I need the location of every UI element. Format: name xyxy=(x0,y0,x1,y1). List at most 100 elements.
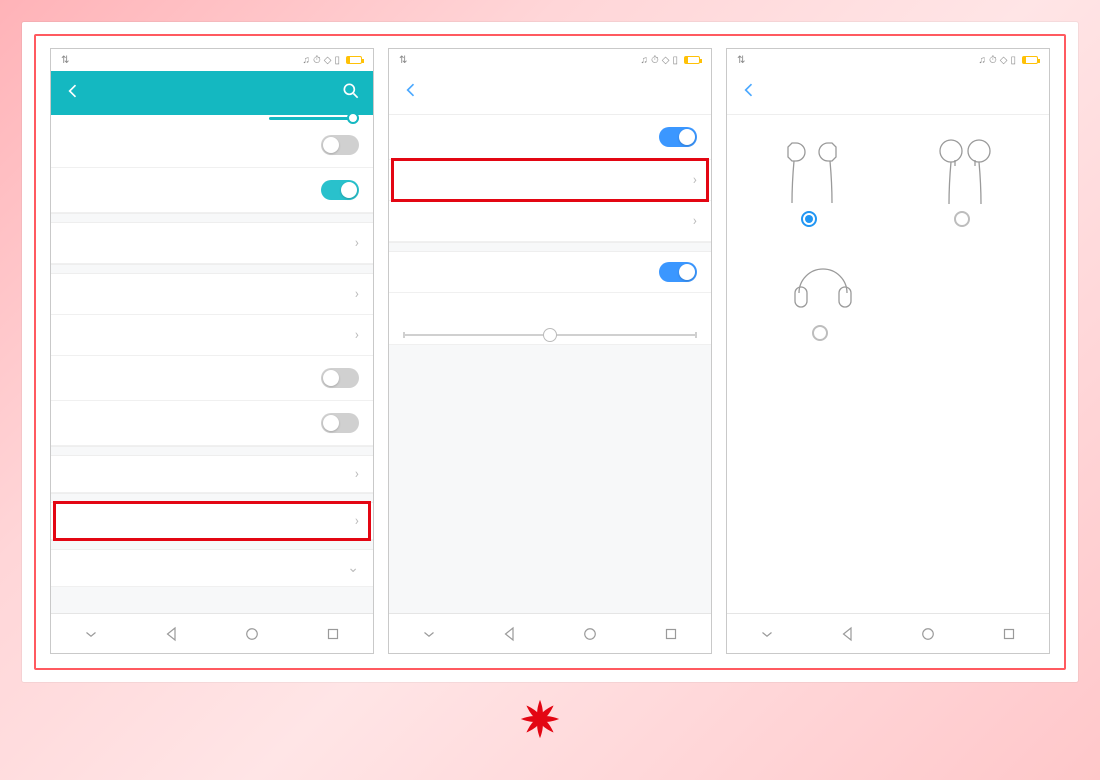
nav-back-icon[interactable] xyxy=(163,625,181,643)
nav-recent-icon[interactable] xyxy=(1000,625,1018,643)
nav-hide-icon[interactable] xyxy=(82,625,100,643)
back-icon[interactable] xyxy=(739,80,759,105)
header-sound xyxy=(51,71,373,115)
battery-icon xyxy=(684,56,700,64)
settings-list: › › › xyxy=(51,115,373,587)
row-vibrate-silent[interactable] xyxy=(51,168,373,213)
over-ear-icon xyxy=(783,247,863,319)
cell-icon: ▯ xyxy=(334,55,340,66)
section-gap xyxy=(51,446,373,456)
nav-recent-icon[interactable] xyxy=(662,625,680,643)
section-gap xyxy=(51,264,373,274)
callout-highlight xyxy=(53,501,371,541)
headphone-icon: ♫ xyxy=(978,55,986,66)
histen-list: › › xyxy=(389,115,711,345)
chevron-right-icon: › xyxy=(355,235,359,251)
back-icon[interactable] xyxy=(401,80,421,105)
header-hp-type xyxy=(727,71,1049,115)
battery-icon xyxy=(346,56,362,64)
row-headphone-type[interactable]: › xyxy=(389,160,711,201)
option-over-ear[interactable] xyxy=(753,247,893,341)
radio-selected[interactable] xyxy=(801,211,817,227)
cell-icon: ▯ xyxy=(672,55,678,66)
chevron-right-icon: › xyxy=(693,172,697,188)
nav-back-icon[interactable] xyxy=(501,625,519,643)
nav-bar xyxy=(727,613,1049,653)
chevron-right-icon: › xyxy=(355,513,359,529)
wifi-icon: ◇ xyxy=(662,55,670,66)
nav-bar xyxy=(389,613,711,653)
in-ear-icon xyxy=(772,133,852,205)
nav-home-icon[interactable] xyxy=(581,625,599,643)
toggle-3d-audio[interactable] xyxy=(659,262,697,282)
status-bar: ⇅ ♫ ⏱ ◇ ▯ xyxy=(51,49,373,71)
row-3d-slider[interactable] xyxy=(389,293,711,345)
slider-track[interactable] xyxy=(403,334,697,336)
chevron-down-icon: ⌄ xyxy=(347,560,359,576)
row-equalizer: › xyxy=(389,201,711,242)
row-3d-audio[interactable] xyxy=(389,252,711,293)
search-icon[interactable] xyxy=(341,81,361,106)
headphone-icon: ♫ xyxy=(302,55,310,66)
nav-home-icon[interactable] xyxy=(243,625,261,643)
chevron-right-icon: › xyxy=(355,327,359,343)
section-gap xyxy=(51,213,373,223)
phone-screenshot-2: ⇅ ♫ ⏱ ◇ ▯ xyxy=(388,48,712,654)
nav-bar xyxy=(51,613,373,653)
nav-home-icon[interactable] xyxy=(919,625,937,643)
earbud-icon xyxy=(925,133,1005,205)
label-3d-audio xyxy=(403,271,659,273)
toggle-vib-sim1[interactable] xyxy=(321,368,359,388)
row-vib-sim2[interactable] xyxy=(51,401,373,446)
phone-screenshot-1: ⇅ ♫ ⏱ ◇ ▯ xyxy=(50,48,374,654)
section-gap xyxy=(389,242,711,252)
label-notification xyxy=(65,473,351,475)
toggle-silent[interactable] xyxy=(321,135,359,155)
section-gap xyxy=(51,493,373,503)
row-huawei-histen[interactable]: › xyxy=(51,503,373,540)
signal-icon: ⇅ xyxy=(61,55,69,66)
row-vib-sim1[interactable] xyxy=(51,356,373,401)
label-other-sound xyxy=(65,567,347,569)
row-sim2-ringtone[interactable]: › xyxy=(51,315,373,356)
nav-hide-icon[interactable] xyxy=(420,625,438,643)
huawei-logo-icon xyxy=(517,696,563,742)
toggle-vib-sim2[interactable] xyxy=(321,413,359,433)
headphone-icon: ♫ xyxy=(640,55,648,66)
slider-thumb[interactable] xyxy=(543,328,557,342)
header-histen xyxy=(389,71,711,115)
battery-icon xyxy=(1022,56,1038,64)
phone-screenshot-3: ⇅ ♫ ⏱ ◇ ▯ xyxy=(726,48,1050,654)
site-branding xyxy=(517,696,583,742)
chevron-right-icon: › xyxy=(693,213,697,229)
wifi-icon: ◇ xyxy=(1000,55,1008,66)
image-frame: ⇅ ♫ ⏱ ◇ ▯ xyxy=(22,22,1078,682)
toggle-hp-audio[interactable] xyxy=(659,127,697,147)
row-dnd[interactable]: › xyxy=(51,223,373,264)
section-gap xyxy=(51,540,373,550)
row-silent-mode[interactable] xyxy=(51,123,373,168)
back-icon[interactable] xyxy=(63,81,83,106)
alarm-icon: ⏱ xyxy=(989,55,997,66)
radio-unselected[interactable] xyxy=(812,325,828,341)
option-in-ear[interactable] xyxy=(742,133,882,227)
toggle-vibrate-silent[interactable] xyxy=(321,180,359,200)
signal-icon: ⇅ xyxy=(399,55,407,66)
row-other-sound[interactable]: ⌄ xyxy=(51,550,373,587)
alarm-icon: ⏱ xyxy=(313,55,321,66)
row-sim1-ringtone[interactable]: › xyxy=(51,274,373,315)
cell-icon: ▯ xyxy=(1010,55,1016,66)
option-earbud[interactable] xyxy=(895,133,1035,227)
chevron-right-icon: › xyxy=(355,286,359,302)
headphone-type-options xyxy=(727,115,1049,613)
radio-unselected[interactable] xyxy=(954,211,970,227)
nav-recent-icon[interactable] xyxy=(324,625,342,643)
status-bar: ⇅ ♫ ⏱ ◇ ▯ xyxy=(389,49,711,71)
nav-back-icon[interactable] xyxy=(839,625,857,643)
row-notification[interactable]: › xyxy=(51,456,373,493)
callout-highlight xyxy=(391,158,709,202)
nav-hide-icon[interactable] xyxy=(758,625,776,643)
row-headphone-audio[interactable] xyxy=(389,115,711,160)
chevron-right-icon: › xyxy=(355,466,359,482)
alarm-icon: ⏱ xyxy=(651,55,659,66)
